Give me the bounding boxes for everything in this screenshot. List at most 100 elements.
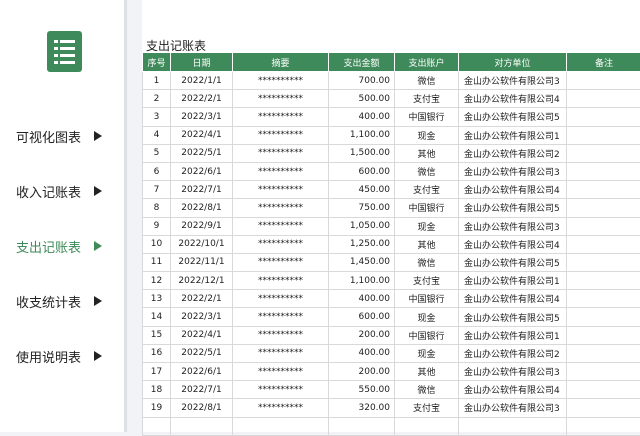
cell-counterparty[interactable]: 金山办公软件有限公司3 [459,363,567,381]
cell-note[interactable] [567,126,640,144]
cell-counterparty[interactable]: 金山办公软件有限公司5 [459,199,567,217]
cell-counterparty[interactable]: 金山办公软件有限公司4 [459,181,567,199]
cell-amount[interactable]: 500.00 [329,90,395,108]
cell-date[interactable]: 2022/8/1 [171,399,233,417]
cell-account[interactable]: 微信 [395,253,459,271]
cell-date[interactable]: 2022/2/1 [171,90,233,108]
cell-date[interactable]: 2022/10/1 [171,235,233,253]
cell-date[interactable]: 2022/4/1 [171,326,233,344]
cell-counterparty[interactable]: 金山办公软件有限公司3 [459,217,567,235]
column-header-note[interactable]: 备注 [567,53,640,72]
sidebar-item-expense-ledger[interactable]: 支出记账表 [0,232,124,260]
cell-note[interactable] [567,108,640,126]
cell-note[interactable] [567,162,640,180]
cell-amount[interactable]: 750.00 [329,199,395,217]
cell-counterparty[interactable]: 金山办公软件有限公司3 [459,162,567,180]
cell-note[interactable] [567,326,640,344]
cell-date[interactable]: 2022/3/1 [171,108,233,126]
cell-counterparty[interactable]: 金山办公软件有限公司1 [459,326,567,344]
cell-amount[interactable]: 700.00 [329,72,395,90]
cell-amount[interactable]: 320.00 [329,399,395,417]
cell-note[interactable] [567,235,640,253]
cell-summary[interactable] [233,417,329,435]
cell-summary[interactable]: ********** [233,363,329,381]
cell-amount[interactable]: 400.00 [329,108,395,126]
cell-date[interactable]: 2022/12/1 [171,272,233,290]
cell-no[interactable]: 13 [143,290,171,308]
cell-amount[interactable]: 1,100.00 [329,126,395,144]
cell-account[interactable] [395,417,459,435]
cell-amount[interactable]: 1,100.00 [329,272,395,290]
cell-note[interactable] [567,363,640,381]
cell-counterparty[interactable]: 金山办公软件有限公司1 [459,126,567,144]
cell-account[interactable]: 微信 [395,162,459,180]
cell-account[interactable]: 支付宝 [395,399,459,417]
cell-counterparty[interactable]: 金山办公软件有限公司4 [459,90,567,108]
cell-summary[interactable]: ********** [233,253,329,271]
column-header-date[interactable]: 日期 [171,53,233,72]
cell-date[interactable]: 2022/7/1 [171,381,233,399]
cell-date[interactable]: 2022/9/1 [171,217,233,235]
cell-note[interactable] [567,144,640,162]
cell-summary[interactable]: ********** [233,199,329,217]
cell-counterparty[interactable] [459,417,567,435]
cell-summary[interactable]: ********** [233,181,329,199]
cell-no[interactable]: 2 [143,90,171,108]
cell-summary[interactable]: ********** [233,235,329,253]
cell-amount[interactable]: 400.00 [329,290,395,308]
cell-account[interactable]: 支付宝 [395,181,459,199]
cell-note[interactable] [567,199,640,217]
cell-date[interactable]: 2022/2/1 [171,290,233,308]
cell-account[interactable]: 支付宝 [395,272,459,290]
cell-counterparty[interactable]: 金山办公软件有限公司5 [459,308,567,326]
cell-note[interactable] [567,344,640,362]
cell-no[interactable]: 9 [143,217,171,235]
cell-note[interactable] [567,217,640,235]
sidebar-item-statistics[interactable]: 收支统计表 [0,287,124,315]
cell-account[interactable]: 现金 [395,126,459,144]
cell-no[interactable]: 1 [143,72,171,90]
cell-amount[interactable]: 400.00 [329,344,395,362]
column-header-account[interactable]: 支出账户 [395,53,459,72]
cell-note[interactable] [567,308,640,326]
cell-summary[interactable]: ********** [233,217,329,235]
cell-no[interactable]: 4 [143,126,171,144]
cell-account[interactable]: 中国银行 [395,326,459,344]
cell-counterparty[interactable]: 金山办公软件有限公司4 [459,381,567,399]
cell-no[interactable]: 6 [143,162,171,180]
cell-summary[interactable]: ********** [233,290,329,308]
cell-no[interactable]: 14 [143,308,171,326]
cell-summary[interactable]: ********** [233,108,329,126]
cell-date[interactable]: 2022/7/1 [171,181,233,199]
cell-date[interactable]: 2022/6/1 [171,363,233,381]
cell-date[interactable]: 2022/5/1 [171,144,233,162]
cell-no[interactable]: 19 [143,399,171,417]
cell-no[interactable]: 5 [143,144,171,162]
cell-date[interactable]: 2022/8/1 [171,199,233,217]
cell-note[interactable] [567,272,640,290]
cell-note[interactable] [567,417,640,435]
cell-no[interactable]: 18 [143,381,171,399]
cell-amount[interactable]: 200.00 [329,326,395,344]
cell-date[interactable]: 2022/11/1 [171,253,233,271]
cell-summary[interactable]: ********** [233,326,329,344]
column-header-amount[interactable]: 支出金额 [329,53,395,72]
cell-summary[interactable]: ********** [233,144,329,162]
cell-amount[interactable]: 1,250.00 [329,235,395,253]
cell-account[interactable]: 中国银行 [395,199,459,217]
cell-summary[interactable]: ********** [233,272,329,290]
cell-summary[interactable]: ********** [233,399,329,417]
cell-counterparty[interactable]: 金山办公软件有限公司5 [459,108,567,126]
cell-account[interactable]: 微信 [395,72,459,90]
cell-account[interactable]: 现金 [395,344,459,362]
cell-account[interactable]: 其他 [395,363,459,381]
cell-date[interactable]: 2022/4/1 [171,126,233,144]
cell-account[interactable]: 其他 [395,144,459,162]
cell-account[interactable]: 中国银行 [395,108,459,126]
cell-date[interactable] [171,417,233,435]
cell-account[interactable]: 微信 [395,381,459,399]
cell-no[interactable]: 15 [143,326,171,344]
cell-no[interactable]: 12 [143,272,171,290]
cell-note[interactable] [567,72,640,90]
cell-counterparty[interactable]: 金山办公软件有限公司1 [459,272,567,290]
